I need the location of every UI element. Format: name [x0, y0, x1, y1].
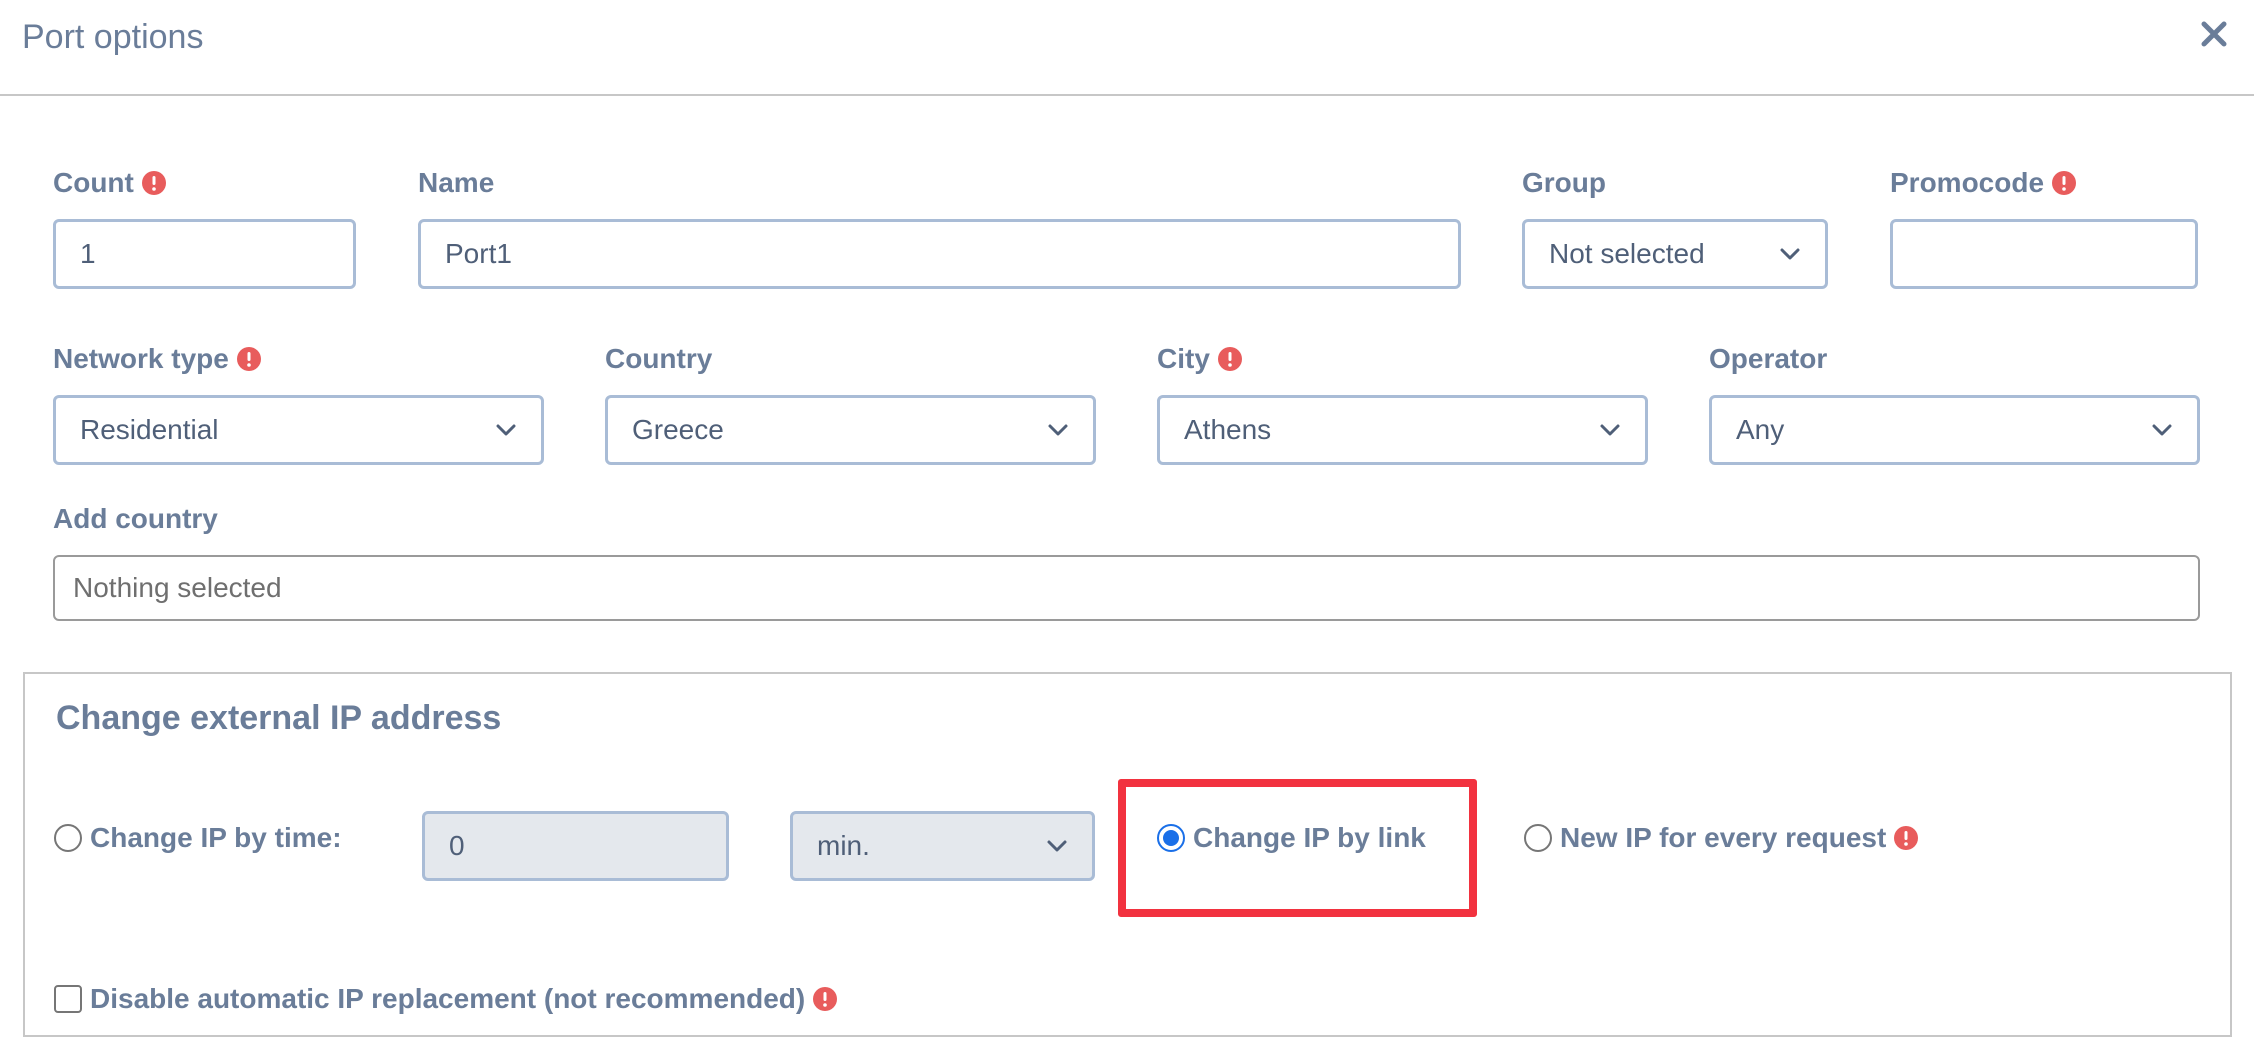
warning-icon — [1217, 347, 1242, 371]
chevron-down-icon — [1047, 840, 1067, 852]
disable-auto-ip-checkbox[interactable] — [54, 985, 82, 1013]
chevron-down-icon — [1600, 424, 1620, 436]
city-label: City — [1157, 342, 1242, 376]
add-country-label: Add country — [53, 503, 218, 534]
dialog-title: Port options — [22, 18, 204, 56]
close-button[interactable] — [2196, 16, 2232, 52]
promocode-input[interactable] — [1890, 219, 2198, 289]
warning-icon — [1894, 826, 1919, 850]
new-ip-every-request-option[interactable]: New IP for every request — [1524, 822, 1919, 854]
chevron-down-icon — [1048, 424, 1068, 436]
port-options-dialog: Port options Count Name Group Not select… — [0, 0, 2254, 1058]
operator-select[interactable]: Any — [1709, 395, 2200, 465]
chevron-down-icon — [1780, 248, 1800, 260]
name-label: Name — [418, 167, 495, 198]
operator-label: Operator — [1709, 343, 1828, 374]
city-select[interactable]: Athens — [1157, 395, 1648, 465]
group-label: Group — [1522, 167, 1606, 198]
country-select[interactable]: Greece — [605, 395, 1096, 465]
chevron-down-icon — [2152, 424, 2172, 436]
country-label: Country — [605, 343, 713, 374]
name-input[interactable] — [418, 219, 1461, 289]
change-ip-by-time-option[interactable]: Change IP by time: — [54, 822, 342, 854]
close-icon — [2201, 21, 2227, 47]
count-input[interactable] — [53, 219, 356, 289]
change-ip-by-time-radio[interactable] — [54, 824, 82, 852]
network-type-select[interactable]: Residential — [53, 395, 544, 465]
change-ip-legend: Change external IP address — [56, 699, 502, 737]
warning-icon — [236, 347, 261, 371]
group-select[interactable]: Not selected — [1522, 219, 1828, 289]
disable-auto-ip-option[interactable]: Disable automatic IP replacement (not re… — [54, 983, 838, 1015]
change-ip-by-link-radio[interactable] — [1157, 824, 1185, 852]
ip-time-value-input[interactable] — [422, 811, 729, 881]
new-ip-every-request-radio[interactable] — [1524, 824, 1552, 852]
count-label: Count — [53, 166, 166, 200]
add-country-select[interactable]: Nothing selected — [53, 555, 2200, 621]
dialog-header: Port options — [0, 0, 2254, 96]
chevron-down-icon — [496, 424, 516, 436]
network-type-label: Network type — [53, 342, 261, 376]
change-ip-by-link-option[interactable]: Change IP by link — [1157, 822, 1426, 854]
warning-icon — [2052, 171, 2077, 195]
promocode-label: Promocode — [1890, 166, 2077, 200]
ip-time-unit-select[interactable]: min. — [790, 811, 1095, 881]
warning-icon — [813, 987, 838, 1011]
warning-icon — [141, 171, 166, 195]
